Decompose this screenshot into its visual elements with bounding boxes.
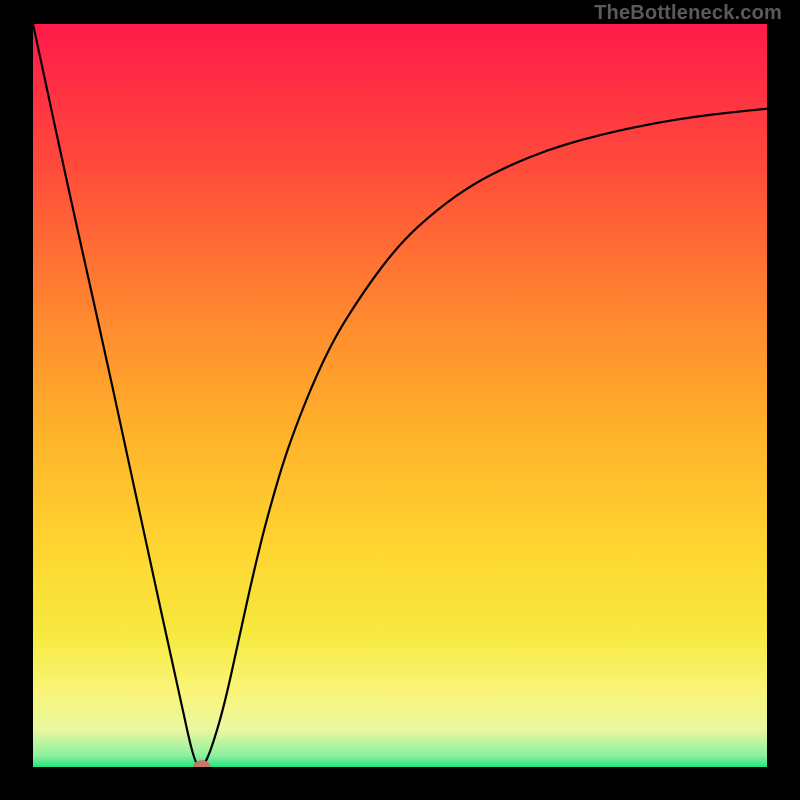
chart-frame: TheBottleneck.com [0, 0, 800, 800]
chart-svg [33, 24, 767, 767]
watermark-text: TheBottleneck.com [594, 2, 782, 25]
plot-area [33, 24, 767, 767]
gradient-background [33, 24, 767, 767]
